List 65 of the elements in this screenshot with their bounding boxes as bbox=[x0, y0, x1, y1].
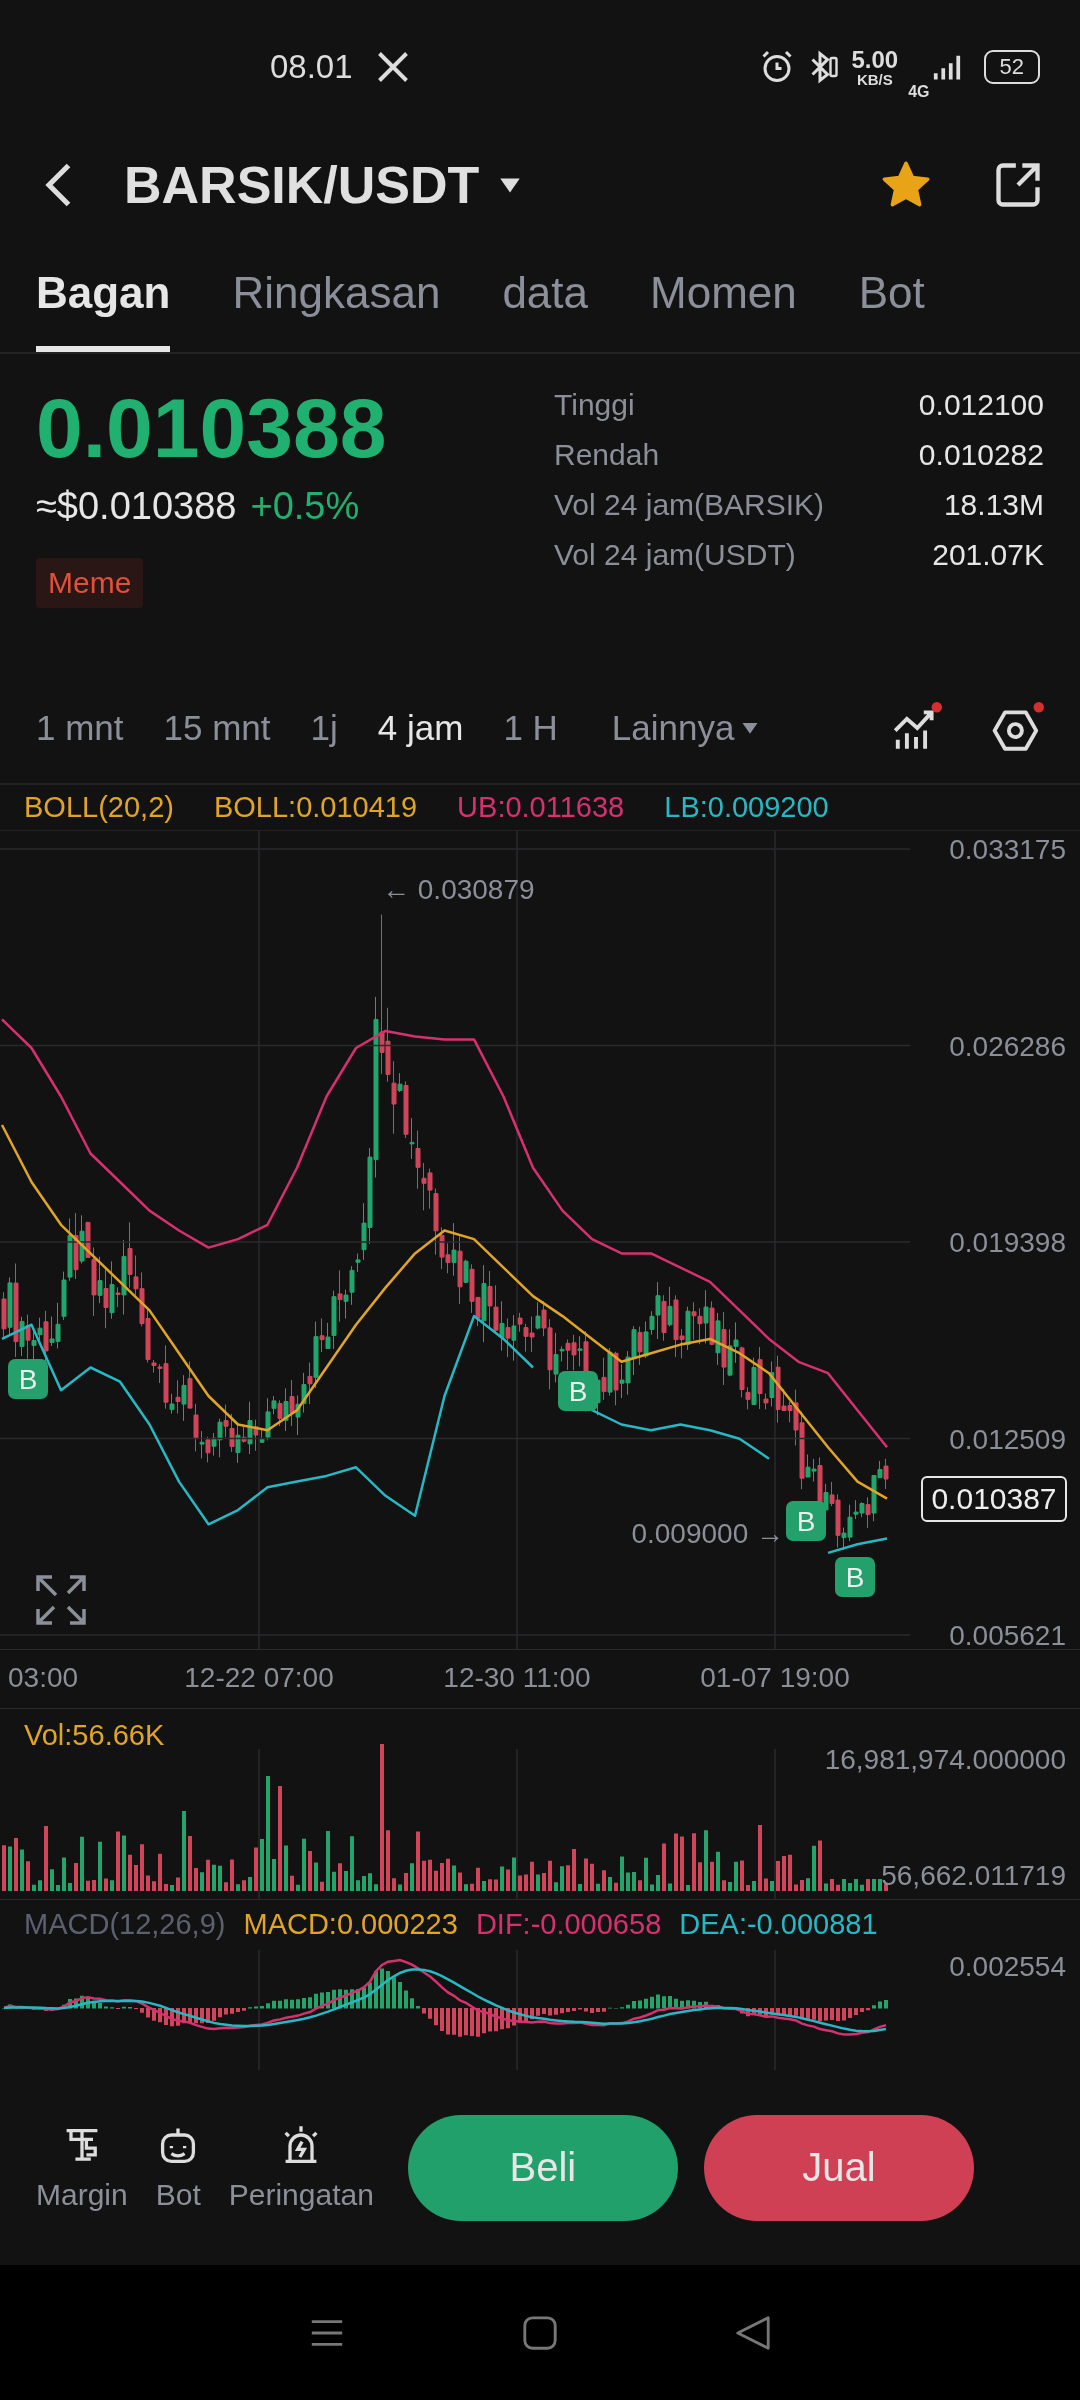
price-axis-label: 0.019398 bbox=[949, 1227, 1066, 1258]
expand-icon[interactable] bbox=[36, 1575, 86, 1625]
price-axis-label: 0.012509 bbox=[949, 1423, 1066, 1455]
action-button[interactable]: Bot bbox=[145, 2123, 211, 2212]
interval-tab[interactable]: 15 mnt bbox=[163, 708, 271, 749]
high-price-label: ← 0.030879 bbox=[382, 874, 535, 905]
status-time: 08.01 bbox=[270, 48, 353, 87]
tab[interactable]: Momen bbox=[650, 234, 797, 353]
home-icon[interactable] bbox=[521, 2313, 559, 2352]
stat-value: 18.13M bbox=[943, 488, 1044, 523]
interval-tab[interactable]: 1 H bbox=[503, 708, 558, 749]
price-chart[interactable]: 0.033175 0.026286 0.019398 0.012509 0.005621 ← 0.030879 0.009000 → B B B B 0.010387 bbox=[0, 831, 1080, 1649]
volume-axis-label: 56,662.011719 bbox=[881, 1860, 1066, 1891]
interval-tab[interactable]: 4 jam bbox=[377, 708, 464, 749]
stat-value: 201.07K bbox=[932, 538, 1044, 573]
volume-axis-label: 16,981,974.000000 bbox=[824, 1744, 1066, 1775]
price-axis-label: 0.033175 bbox=[949, 834, 1066, 865]
indicator-value: BOLL:0.010419 bbox=[213, 791, 418, 825]
back-nav-icon[interactable] bbox=[734, 2313, 773, 2352]
indicator-value: UB:0.011638 bbox=[457, 791, 625, 825]
stat-label: Vol 24 jam(USDT) bbox=[554, 538, 796, 573]
last-price-tag: 0.010387 bbox=[921, 1476, 1067, 1522]
price-axis-label: 0.005621 bbox=[949, 1620, 1066, 1649]
low-price-label: 0.009000 → bbox=[631, 1518, 784, 1549]
time-axis-label: 01-07 19:00 bbox=[700, 1662, 850, 1694]
price-change: +0.5% bbox=[250, 484, 360, 528]
macd-axis-label: 0.002554 bbox=[949, 1951, 1066, 1982]
sell-button[interactable]: Jual bbox=[703, 2114, 974, 2221]
action-button[interactable]: Peringatan bbox=[218, 2123, 384, 2212]
last-price: 0.010388 bbox=[36, 382, 387, 475]
stat-label: Rendah bbox=[554, 438, 660, 473]
price-axis-label: 0.026286 bbox=[949, 1030, 1066, 1062]
time-axis-label: 03:00 bbox=[8, 1662, 79, 1694]
interval-tab[interactable]: 1 mnt bbox=[36, 708, 124, 749]
macd-value: MACD:0.000223 bbox=[243, 1908, 458, 1942]
time-axis-label: 12-22 07:00 bbox=[184, 1662, 334, 1694]
tab[interactable]: data bbox=[502, 234, 589, 353]
pair-title[interactable]: BARSIK/USDT bbox=[124, 154, 480, 215]
macd-value: MACD(12,26,9) bbox=[24, 1908, 226, 1942]
tab[interactable]: Bot bbox=[858, 234, 925, 353]
indicator-value: BOLL(20,2) bbox=[24, 791, 174, 825]
volume-label: Vol:56.66K bbox=[24, 1719, 165, 1751]
interval-tab[interactable]: 1j bbox=[310, 708, 338, 749]
speed-unit: KB/S bbox=[856, 71, 893, 87]
category-tag[interactable]: Meme bbox=[36, 557, 144, 608]
stat-label: Tinggi bbox=[554, 388, 635, 423]
buy-marker: B bbox=[786, 1501, 826, 1541]
network-type: 4G bbox=[908, 83, 930, 102]
buy-marker: B bbox=[8, 1359, 48, 1399]
battery-indicator: 52 bbox=[983, 50, 1040, 85]
stat-value: 0.010282 bbox=[918, 438, 1044, 473]
tab[interactable]: Ringkasan bbox=[232, 234, 441, 353]
buy-marker: B bbox=[558, 1371, 598, 1411]
buy-marker: B bbox=[835, 1557, 875, 1597]
action-button[interactable]: Margin bbox=[26, 2123, 138, 2212]
more-intervals-dropdown[interactable]: Lainnya bbox=[611, 708, 761, 749]
tab[interactable]: Bagan bbox=[36, 234, 171, 353]
indicator-value: LB:0.009200 bbox=[664, 791, 829, 825]
macd-value: DEA:-0.000881 bbox=[679, 1908, 878, 1942]
network-speed: 5.00 bbox=[851, 47, 899, 72]
stat-value: 0.012100 bbox=[918, 388, 1044, 423]
macd-value: DIF:-0.000658 bbox=[475, 1908, 662, 1942]
stat-label: Vol 24 jam(BARSIK) bbox=[554, 488, 825, 523]
fiat-price: ≈$0.010388 bbox=[36, 484, 237, 528]
time-axis-label: 12-30 11:00 bbox=[443, 1662, 591, 1694]
